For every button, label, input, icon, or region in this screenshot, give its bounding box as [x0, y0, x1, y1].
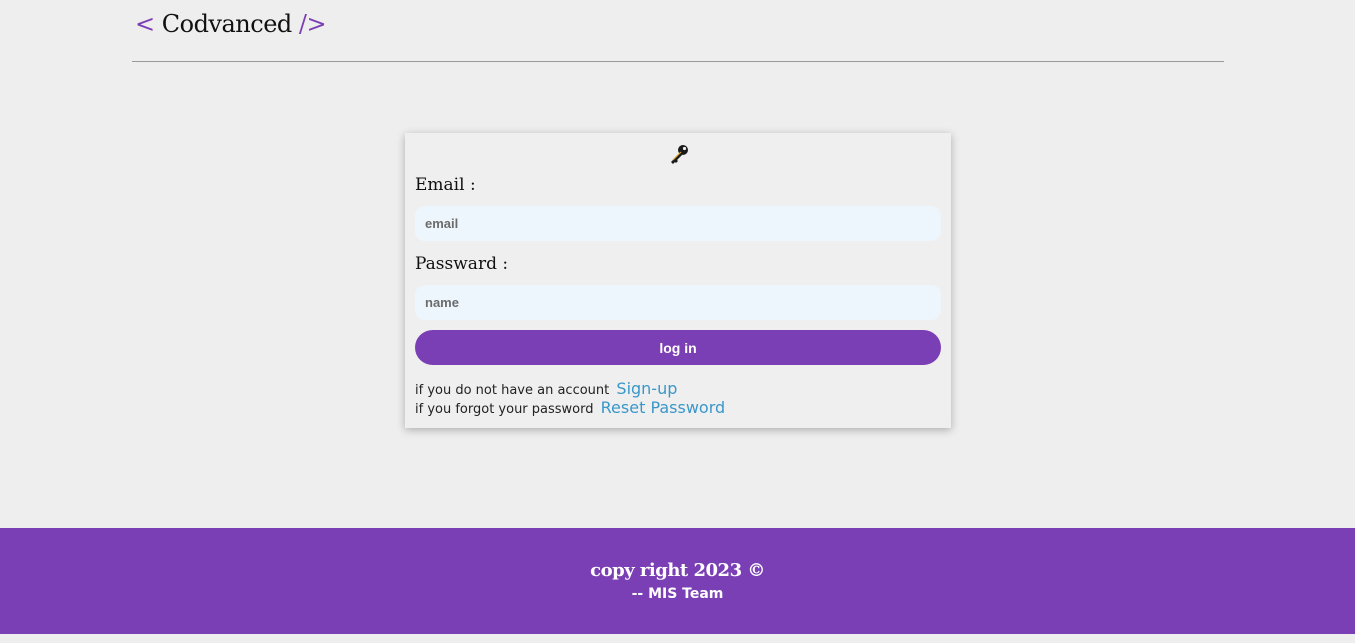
password-label: Passward : [415, 254, 509, 274]
reset-password-link[interactable]: Reset Password [601, 398, 726, 417]
reset-prompt: if you forgot your password [415, 402, 594, 417]
key-icon [668, 143, 690, 165]
reset-line: if you forgot your password Reset Passwo… [415, 398, 725, 417]
header-divider [132, 61, 1224, 62]
footer: copy right 2023 © -- MIS Team [0, 528, 1355, 634]
login-card: Email : Passward : log in if you do not … [405, 133, 951, 428]
signup-line: if you do not have an account Sign-up [415, 379, 677, 398]
signup-prompt: if you do not have an account [415, 383, 610, 398]
copyright-text: copy right 2023 © [590, 560, 765, 581]
logo-close-bracket: /> [298, 10, 327, 38]
signup-link[interactable]: Sign-up [616, 379, 677, 398]
logo-open-bracket: < [135, 10, 155, 38]
site-logo[interactable]: < Codvanced /> [135, 10, 327, 38]
team-credit: -- MIS Team [631, 586, 724, 602]
email-input[interactable] [415, 206, 941, 241]
email-label: Email : [415, 175, 476, 195]
logo-text: Codvanced [161, 10, 293, 38]
password-input[interactable] [415, 285, 941, 320]
login-button[interactable]: log in [415, 330, 941, 365]
